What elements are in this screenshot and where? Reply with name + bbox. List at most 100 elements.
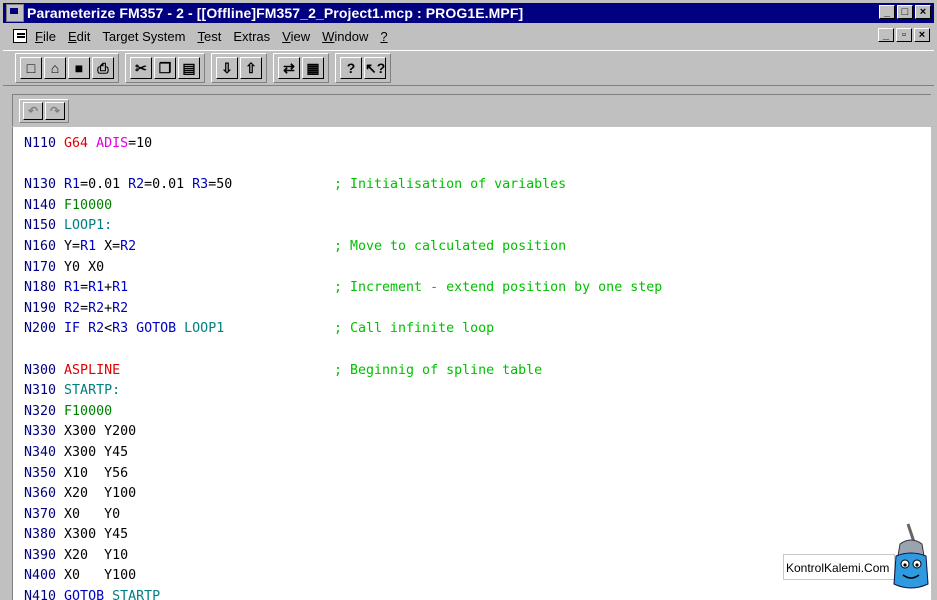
document-icon[interactable]: [11, 28, 29, 44]
code-line[interactable]: N410 GOTOB STARTP: [24, 587, 232, 600]
download-button[interactable]: ⇩: [216, 57, 238, 79]
code-token: LOOP1: [184, 321, 225, 337]
code-line[interactable]: N190 R2=R2+R2: [24, 299, 232, 320]
open-folder-button[interactable]: ⌂: [44, 57, 66, 79]
copy-button[interactable]: ❐: [154, 57, 176, 79]
print-icon: ⎙: [97, 60, 109, 76]
pencil-mascot-icon: [893, 523, 929, 589]
upload-button[interactable]: ⇧: [240, 57, 262, 79]
code-editor[interactable]: N110 G64 ADIS=10 N130 R1=0.01 R2=0.01 R3=…: [12, 127, 931, 600]
save-button[interactable]: ■: [68, 57, 90, 79]
code-line[interactable]: N400 X0 Y100: [24, 566, 232, 587]
line-number: N340: [24, 444, 57, 460]
code-line[interactable]: N340 X300 Y45: [24, 443, 232, 464]
code-token: =0.01: [80, 177, 129, 193]
code-token: X0 Y100: [64, 568, 137, 584]
menu-view[interactable]: View: [282, 29, 310, 44]
code-token: =10: [128, 136, 153, 151]
menu-label: dit: [76, 28, 91, 44]
maximize-button[interactable]: □: [897, 5, 913, 19]
code-line[interactable]: N360 X20 Y100: [24, 484, 232, 505]
menu-file[interactable]: File: [35, 29, 56, 44]
line-number: N360: [24, 486, 57, 502]
upload-icon: ⇧: [245, 60, 257, 76]
toolbar-group: □ ⌂ ■ ⎙: [15, 53, 119, 83]
code-line[interactable]: N390 X20 Y10: [24, 546, 232, 567]
code-token: =0.01: [144, 177, 193, 193]
code-token: R2: [120, 238, 137, 254]
menu-label: Extras: [233, 28, 271, 44]
code-line[interactable]: N370 X0 Y0: [24, 505, 232, 526]
line-number: N390: [24, 547, 57, 563]
code-line[interactable]: N200 IF R2<R3 GOTOB LOOP1 ; Call infinite…: [24, 319, 494, 340]
code-comment: ; Initialisation of variables: [334, 177, 567, 193]
menu-edit[interactable]: Edit: [68, 29, 90, 44]
code-token: R1: [112, 280, 129, 296]
code-line[interactable]: N320 F10000: [24, 402, 232, 423]
code-line[interactable]: N140 F10000: [24, 196, 232, 217]
undo-button[interactable]: ↶: [23, 102, 43, 120]
doc-close-button[interactable]: ×: [914, 28, 930, 42]
code-token: Y0 X0: [64, 259, 105, 275]
toolbar-group: ⇩ ⇧: [211, 53, 267, 83]
compare-button[interactable]: ⇄: [278, 57, 300, 79]
code-line[interactable]: N300 ASPLINE ; Beginnig of spline table: [24, 361, 542, 382]
menu-help[interactable]: ?: [380, 29, 387, 44]
code-line[interactable]: [24, 155, 232, 176]
code-line[interactable]: [24, 340, 232, 361]
table-button[interactable]: ▦: [302, 57, 324, 79]
code-line[interactable]: N180 R1=R1+R1; Increment - extend positi…: [24, 278, 662, 299]
menu-label: ile: [42, 28, 56, 44]
code-line[interactable]: N170 Y0 X0: [24, 258, 232, 279]
doc-minimize-button[interactable]: _: [878, 28, 894, 42]
help-button[interactable]: ?: [340, 57, 362, 79]
code-line[interactable]: N310 STARTP:: [24, 381, 232, 402]
code-line[interactable]: N130 R1=0.01 R2=0.01 R3=50; Initialisati…: [24, 175, 566, 196]
code-token: X300 Y45: [64, 527, 129, 543]
paste-icon: ▤: [182, 60, 196, 76]
code-line[interactable]: N150 LOOP1:: [24, 216, 232, 237]
code-line[interactable]: N350 X10 Y56: [24, 464, 232, 485]
toolbar-group: ? ↖?: [335, 53, 391, 83]
line-number: N400: [24, 568, 57, 584]
code-line[interactable]: N110 G64 ADIS=10: [24, 134, 232, 155]
menu-accelerator: ?: [380, 28, 388, 44]
undo-icon: ↶: [27, 104, 39, 118]
context-help-icon: ↖?: [365, 60, 386, 76]
cut-button[interactable]: ✂: [130, 57, 152, 79]
new-file-button[interactable]: □: [20, 57, 42, 79]
menu-test[interactable]: Test: [197, 29, 221, 44]
doc-restore-button[interactable]: ▫: [896, 28, 912, 42]
code-token: IF: [64, 321, 89, 337]
line-number: N350: [24, 465, 57, 481]
context-help-button[interactable]: ↖?: [364, 57, 386, 79]
code-token: X20 Y100: [64, 486, 137, 502]
code-line[interactable]: N380 X300 Y45: [24, 525, 232, 546]
menu-extras[interactable]: Extras: [233, 29, 270, 44]
code-line[interactable]: N330 X300 Y200: [24, 422, 232, 443]
line-number: N310: [24, 383, 57, 399]
code-token: <: [104, 321, 113, 337]
code-token: R3: [112, 321, 129, 337]
cut-icon: ✂: [135, 60, 147, 76]
line-number: N200: [24, 321, 57, 337]
code-token: F10000: [64, 197, 113, 213]
code-line[interactable]: N160 Y=R1 X=R2 ; Move to calculated posit…: [24, 237, 566, 258]
title-bar[interactable]: Parameterize FM357 - 2 - [[Offline]FM357…: [3, 3, 934, 23]
menu-accelerator: E: [67, 28, 77, 44]
code-token: R2: [128, 177, 145, 193]
menu-target-system[interactable]: Target System: [102, 29, 185, 44]
menu-window[interactable]: Window: [322, 29, 368, 44]
minimize-button[interactable]: _: [879, 5, 895, 19]
code-token: +: [104, 280, 113, 296]
app-icon[interactable]: [6, 4, 24, 22]
close-button[interactable]: ×: [915, 5, 931, 19]
code-token: F10000: [64, 403, 113, 419]
redo-button[interactable]: ↷: [45, 102, 65, 120]
window-title: Parameterize FM357 - 2 - [[Offline]FM357…: [27, 5, 524, 21]
code-comment: ; Beginnig of spline table: [334, 362, 543, 378]
paste-button[interactable]: ▤: [178, 57, 200, 79]
code-token: =: [80, 280, 89, 296]
line-number: N150: [24, 218, 57, 234]
print-button[interactable]: ⎙: [92, 57, 114, 79]
